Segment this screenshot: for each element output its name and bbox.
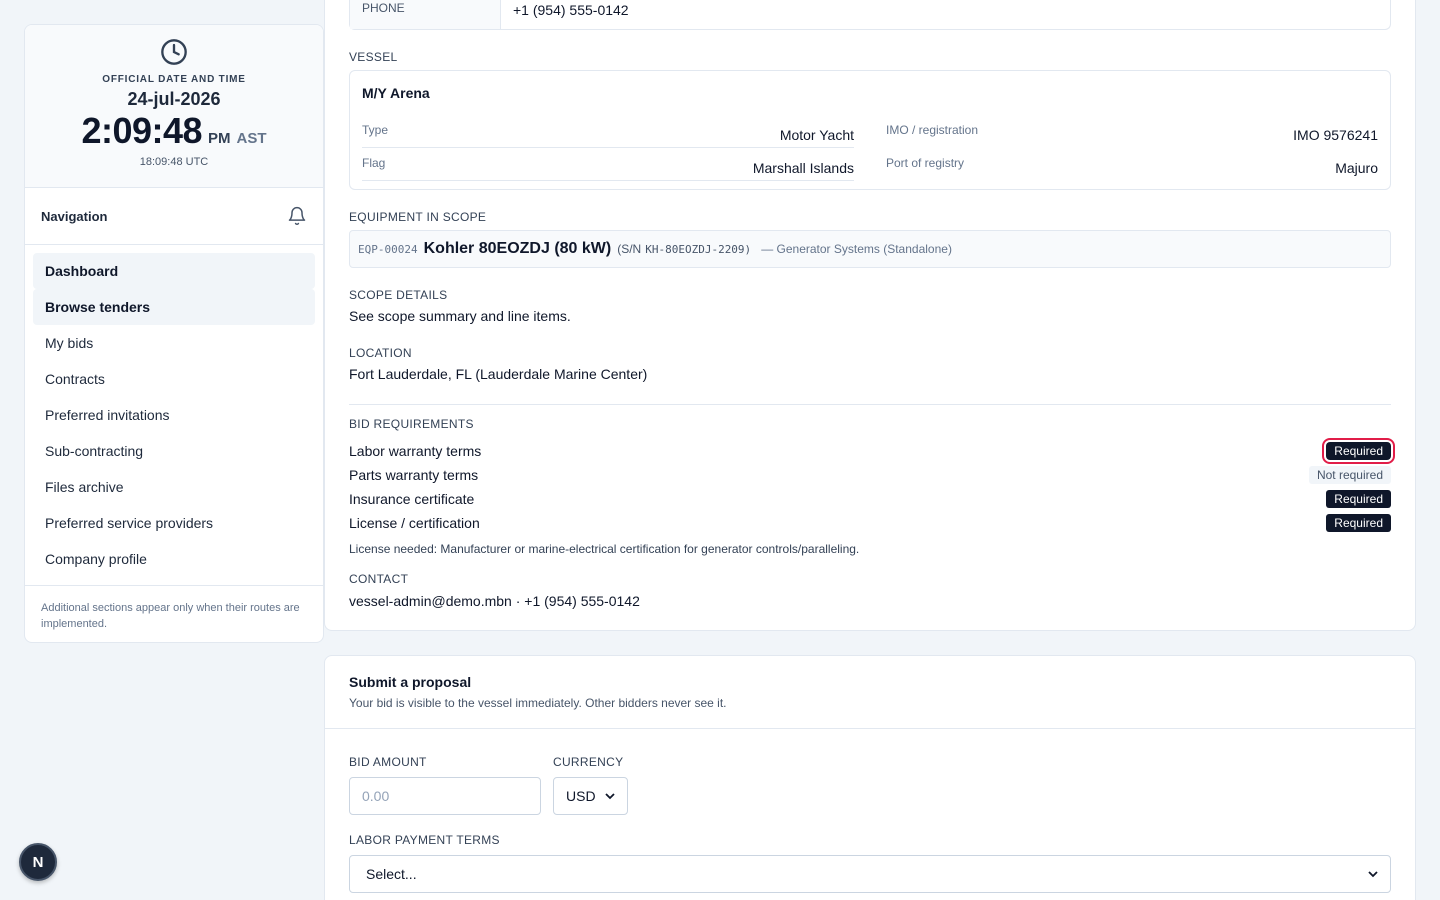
- nav-list: Dashboard Browse tenders My bids Contrac…: [25, 245, 323, 585]
- nav-header: Navigation: [25, 188, 323, 245]
- dev-tools-badge[interactable]: N: [19, 843, 57, 881]
- phone-value: +1 (954) 555-0142: [513, 2, 629, 18]
- bid-amount-label: BID AMOUNT: [349, 755, 427, 769]
- nav-item-my-bids[interactable]: My bids: [33, 325, 315, 361]
- clock-date: 24-jul-2026: [127, 89, 221, 109]
- vessel-imo-label: IMO / registration: [886, 123, 979, 137]
- labor-payment-terms-value: Select...: [366, 866, 417, 882]
- vessel-port-value: Majuro: [1335, 160, 1378, 176]
- phone-label: PHONE: [350, 0, 501, 29]
- sidebar: OFFICIAL DATE AND TIME 24-jul-2026 2:09:…: [24, 24, 324, 643]
- requirements-section-label: BID REQUIREMENTS: [349, 417, 474, 431]
- nav-item-preferred-service-providers[interactable]: Preferred service providers: [33, 505, 315, 541]
- currency-select[interactable]: USD: [553, 777, 628, 815]
- vessel-type-value: Motor Yacht: [779, 127, 854, 143]
- proposal-header: Submit a proposal Your bid is visible to…: [325, 656, 1415, 729]
- scope-value: See scope summary and line items.: [349, 308, 571, 324]
- vessel-imo-value: IMO 9576241: [1293, 127, 1378, 143]
- labor-payment-terms-select[interactable]: Select...: [349, 855, 1391, 893]
- tender-detail-card: PHONE +1 (954) 555-0142 VESSEL M/Y Arena…: [324, 0, 1416, 631]
- nav-item-preferred-invitations[interactable]: Preferred invitations: [33, 397, 315, 433]
- vessel-flag-label: Flag: [362, 156, 386, 170]
- contact-section-label: CONTACT: [349, 572, 409, 586]
- proposal-title: Submit a proposal: [349, 674, 472, 690]
- labor-payment-terms-label: LABOR PAYMENT TERMS: [349, 833, 500, 847]
- clock-icon: [161, 39, 187, 65]
- clock-time: 2:09:48: [81, 110, 203, 151]
- vessel-port-label: Port of registry: [886, 156, 965, 170]
- chevron-down-icon: [605, 793, 615, 800]
- nav-item-sub-contracting[interactable]: Sub-contracting: [33, 433, 315, 469]
- location-section-label: LOCATION: [349, 346, 412, 360]
- equipment-section-label: EQUIPMENT IN SCOPE: [349, 210, 487, 224]
- vessel-flag-row: Flag Marshall Islands: [362, 148, 854, 181]
- requirement-row: License / certification Required: [349, 512, 1391, 534]
- divider: [349, 404, 1391, 405]
- equipment-name: Kohler 80EOZDJ (80 kW): [423, 240, 612, 257]
- nav-footer-note: Additional sections appear only when the…: [25, 585, 323, 642]
- location-value: Fort Lauderdale, FL (Lauderdale Marine C…: [349, 366, 648, 382]
- requirement-status-badge: Not required: [1308, 466, 1391, 484]
- bid-amount-placeholder: 0.00: [362, 788, 390, 804]
- nav-title: Navigation: [41, 208, 108, 224]
- official-clock: OFFICIAL DATE AND TIME 24-jul-2026 2:09:…: [25, 25, 323, 188]
- vessel-port-row: Port of registry Majuro: [886, 148, 1378, 181]
- requirement-label: Labor warranty terms: [349, 443, 482, 459]
- clock-timezone: AST: [236, 130, 267, 147]
- requirement-row: Insurance certificate Required: [349, 488, 1391, 510]
- vessel-imo-row: IMO / registration IMO 9576241: [886, 115, 1378, 148]
- equipment-serial-prefix: (S/N: [617, 242, 642, 256]
- requirement-label: Insurance certificate: [349, 491, 475, 507]
- requirement-status-badge: Required: [1326, 514, 1391, 532]
- requirement-row: Parts warranty terms Not required: [349, 464, 1391, 486]
- chevron-down-icon: [1368, 871, 1378, 878]
- requirement-status-badge: Required: [1326, 490, 1391, 508]
- nav-item-company-profile[interactable]: Company profile: [33, 541, 315, 577]
- vessel-type-row: Type Motor Yacht: [362, 115, 854, 148]
- scope-section-label: SCOPE DETAILS: [349, 288, 448, 302]
- requirement-status-badge[interactable]: Required: [1322, 438, 1395, 464]
- vessel-box: M/Y Arena Type Motor Yacht IMO / registr…: [349, 70, 1391, 190]
- contact-value: vessel-admin@demo.mbn · +1 (954) 555-014…: [349, 593, 640, 609]
- equipment-item: EQP-00024 Kohler 80EOZDJ (80 kW) (S/N KH…: [349, 230, 1391, 268]
- vessel-type-label: Type: [362, 123, 389, 137]
- nav-item-browse-tenders[interactable]: Browse tenders: [33, 289, 315, 325]
- phone-row: PHONE +1 (954) 555-0142: [349, 0, 1391, 30]
- vessel-name: M/Y Arena: [362, 85, 430, 101]
- equipment-category: — Generator Systems (Standalone): [761, 242, 952, 256]
- requirement-row: Labor warranty terms Required: [349, 438, 1395, 464]
- proposal-subtitle: Your bid is visible to the vessel immedi…: [349, 696, 727, 710]
- requirement-label: License / certification: [349, 515, 480, 531]
- clock-time-row: 2:09:48 PM AST: [25, 110, 323, 152]
- clock-utc: 18:09:48 UTC: [139, 156, 209, 168]
- clock-label: OFFICIAL DATE AND TIME: [102, 74, 246, 85]
- currency-value: USD: [566, 788, 596, 804]
- license-note: License needed: Manufacturer or marine-e…: [349, 542, 860, 556]
- requirement-label: Parts warranty terms: [349, 467, 479, 483]
- bell-icon[interactable]: [287, 206, 307, 226]
- clock-ampm: PM: [208, 130, 231, 147]
- vessel-section-label: VESSEL: [349, 50, 398, 64]
- equipment-serial: KH-80EOZDJ-2209): [645, 242, 752, 256]
- nav-item-contracts[interactable]: Contracts: [33, 361, 315, 397]
- vessel-flag-value: Marshall Islands: [752, 160, 854, 176]
- nav-item-files-archive[interactable]: Files archive: [33, 469, 315, 505]
- nav-item-dashboard[interactable]: Dashboard: [33, 253, 315, 289]
- submit-proposal-card: Submit a proposal Your bid is visible to…: [324, 655, 1416, 900]
- equipment-code: EQP-00024: [358, 242, 418, 256]
- bid-amount-input[interactable]: 0.00: [349, 777, 541, 815]
- currency-label: CURRENCY: [553, 755, 624, 769]
